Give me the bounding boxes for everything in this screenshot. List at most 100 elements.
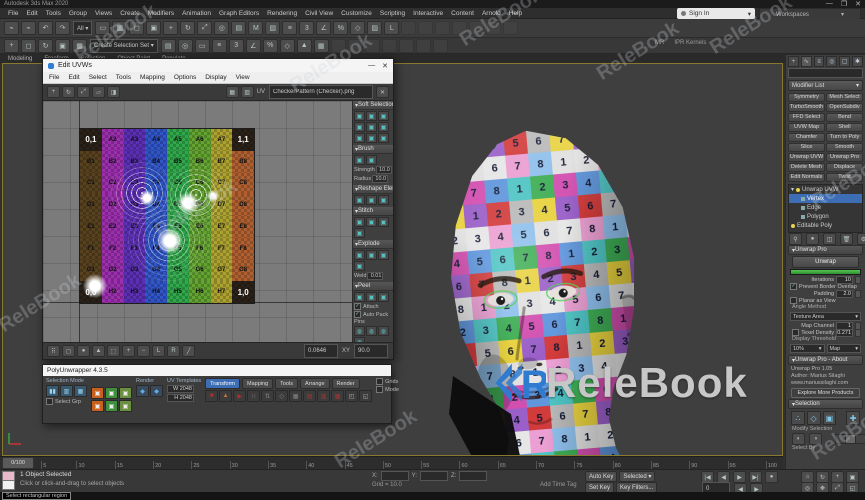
modifier-button-unwrap-uvw[interactable]: Unwrap UVW xyxy=(788,153,825,162)
select-map[interactable]: Map ▾ xyxy=(826,344,861,353)
pu-tool-icon[interactable]: ▣ xyxy=(119,387,132,399)
uv-menu-mapping[interactable]: Mapping xyxy=(140,74,165,81)
toolbar-icon[interactable]: % xyxy=(262,38,278,53)
coord-field[interactable] xyxy=(459,471,488,481)
uv-rollout-icon[interactable]: ▣ xyxy=(378,250,389,260)
stack-tool-icon[interactable]: ● xyxy=(806,233,819,245)
toolbar-icon[interactable]: 3 xyxy=(299,21,315,35)
pu-tool-icon[interactable]: ▣ xyxy=(105,387,118,399)
modifier-button-opensubdiv[interactable]: OpenSubdiv xyxy=(826,103,863,112)
select-texture-area[interactable]: Texture Area ▾ xyxy=(790,312,861,321)
uv-selection-icon[interactable]: ╱ xyxy=(182,345,195,357)
toolbar-icon[interactable]: ▤ xyxy=(231,21,247,35)
modifier-button-uvw-map[interactable]: UVW Map xyxy=(788,123,825,132)
toolbar-icon[interactable]: ↷ xyxy=(55,21,70,35)
toolbar-icon[interactable]: ▭ xyxy=(194,38,210,53)
pu-transform-icon[interactable]: ∷ xyxy=(247,390,261,402)
rollout-header-unwrap-pro-about[interactable]: ▾ Unwrap Pro - About xyxy=(788,355,863,365)
ribbon-tab-modeling[interactable]: Modeling xyxy=(8,56,32,62)
uv-selection-icon[interactable]: ⬚ xyxy=(107,345,120,357)
uv-menu-tools[interactable]: Tools xyxy=(116,74,131,81)
pu-transform-icon[interactable]: ▲ xyxy=(219,390,233,402)
checkbox-icon[interactable]: ✓ xyxy=(354,303,361,310)
pill-segment[interactable] xyxy=(846,435,856,443)
uv-rollout-icon[interactable]: ▣ xyxy=(354,122,365,132)
timeline-tick[interactable]: 80 xyxy=(612,461,621,469)
timeline-tick[interactable]: 50 xyxy=(382,461,391,469)
uv-rollout-icon[interactable]: ▣ xyxy=(366,292,377,302)
modifier-button-delete-mesh[interactable]: Delete Mesh xyxy=(788,163,825,172)
spinner-icon[interactable] xyxy=(855,289,861,298)
pu-transform-icon[interactable]: ◇ xyxy=(275,390,289,402)
vertex-mode-icon[interactable]: ∴ xyxy=(791,411,805,425)
pu-render-icon[interactable]: ◆ xyxy=(150,385,163,397)
checkbox-icon[interactable]: ✓ xyxy=(354,311,361,318)
toolbar-icon[interactable]: ⤢ xyxy=(197,21,213,35)
toolbar-icon[interactable]: + xyxy=(4,38,19,53)
toolbar-icon-inactive[interactable] xyxy=(503,21,519,35)
pu-tool-icon[interactable]: ▣ xyxy=(105,400,118,412)
toolbar-icon-inactive[interactable] xyxy=(381,38,397,53)
pill-segment[interactable] xyxy=(856,435,865,443)
polygon-mode-icon[interactable]: ▣ xyxy=(822,411,837,425)
modifier-button-ffd-select[interactable]: FFD Select xyxy=(788,113,825,122)
uv-menu-view[interactable]: View xyxy=(236,74,250,81)
selected-dropdown[interactable]: Selected ▾ xyxy=(619,471,656,482)
panel-tab[interactable]: ≡ xyxy=(813,56,825,67)
toolbar-icon[interactable]: ▤ xyxy=(160,38,176,53)
toolbar-icon-inactive[interactable] xyxy=(452,21,468,35)
pu-size-value[interactable]: W 2048 xyxy=(167,385,194,393)
auto-key-button[interactable]: Auto Key xyxy=(585,471,618,482)
toolbar-dropdown-all-[interactable]: All ▾ xyxy=(73,21,93,35)
stack-tool-icon[interactable]: 🗑 xyxy=(840,233,853,245)
stack-item-edge[interactable]: Edge xyxy=(789,203,862,212)
toolbar-icon[interactable]: ≡ xyxy=(211,38,227,53)
uv-field-value[interactable]: 10.0 xyxy=(375,166,392,174)
uv-rollout-icon[interactable]: ▣ xyxy=(354,133,365,143)
texture-dropdown[interactable]: CheckerPattern (Checker).png xyxy=(269,85,373,99)
uv-checkbox-row[interactable]: ✓ Auto Pack xyxy=(354,311,392,318)
uv-selection-icon[interactable]: L xyxy=(152,345,165,357)
modifier-button-unwrap-pro[interactable]: Unwrap Pro xyxy=(826,153,863,162)
snap-icon[interactable]: ▦ xyxy=(225,86,239,98)
modify-selection-icon[interactable]: ◑ xyxy=(809,433,822,445)
toolbar-icon[interactable]: ⌁ xyxy=(4,21,19,35)
pu-tool-icon[interactable]: ▣ xyxy=(91,387,104,399)
menu-item-civil-view[interactable]: Civil View xyxy=(301,10,337,17)
pu-mode-row[interactable]: Mode xyxy=(376,386,399,393)
stack-item-vertex[interactable]: Vertex xyxy=(789,194,862,203)
uv-rollout-icon[interactable]: ▣ xyxy=(378,217,389,227)
pu-mode-row[interactable]: Grids xyxy=(376,378,399,385)
pu-size-field[interactable]: W 2048 xyxy=(167,385,201,393)
menu-item-help[interactable]: Help xyxy=(505,10,526,17)
uv-menu-edit[interactable]: Edit xyxy=(68,74,79,81)
uv-selection-icon[interactable]: ● xyxy=(77,345,90,357)
object-name-field[interactable] xyxy=(788,68,863,78)
uv-rollout-explode[interactable]: ▾ Explode xyxy=(353,240,393,249)
toolbar-icon[interactable]: ≡ xyxy=(282,21,298,35)
uv-rollout-icon[interactable]: ◍ xyxy=(366,326,377,336)
toolbar-icon[interactable]: ⌁ xyxy=(21,21,36,35)
uv-rollout-peel[interactable]: ▾ Peel xyxy=(353,282,393,291)
rollout-header-unwrap-pro[interactable]: ▾ Unwrap Pro xyxy=(788,245,863,255)
uv-close-icon[interactable]: ✕ xyxy=(382,62,388,70)
uv-rollout-stitch[interactable]: ▾ Stitch xyxy=(353,207,393,216)
pu-tab-render[interactable]: Render xyxy=(331,378,360,389)
uv-rollout-icon[interactable]: ▣ xyxy=(366,155,377,165)
toolbar-icon[interactable]: ▣ xyxy=(146,21,162,35)
uv-selection-icon[interactable]: R xyxy=(167,345,180,357)
uv-rollout-reshape-elements[interactable]: ▾ Reshape Elements xyxy=(353,185,393,194)
uv-rollout-icon[interactable]: ▣ xyxy=(366,111,377,121)
uv-rollout-icon[interactable]: ▣ xyxy=(354,250,365,260)
toolbar-icon-inactive[interactable] xyxy=(330,38,346,53)
uv-selection-icon[interactable]: ◻ xyxy=(62,345,75,357)
uv-selection-icon[interactable]: − xyxy=(137,345,150,357)
menu-item-tools[interactable]: Tools xyxy=(42,10,65,17)
uv-menu-options[interactable]: Options xyxy=(174,74,196,81)
menu-item-animation[interactable]: Animation xyxy=(178,10,215,17)
visibility-bulb-icon[interactable] xyxy=(796,187,801,192)
stack-tool-icon[interactable]: ⚲ xyxy=(789,233,802,245)
pu-transform-icon[interactable]: ▥ xyxy=(317,390,331,402)
playback-icon[interactable]: ● xyxy=(765,471,778,483)
maxscript-mini-listener[interactable] xyxy=(2,471,15,490)
